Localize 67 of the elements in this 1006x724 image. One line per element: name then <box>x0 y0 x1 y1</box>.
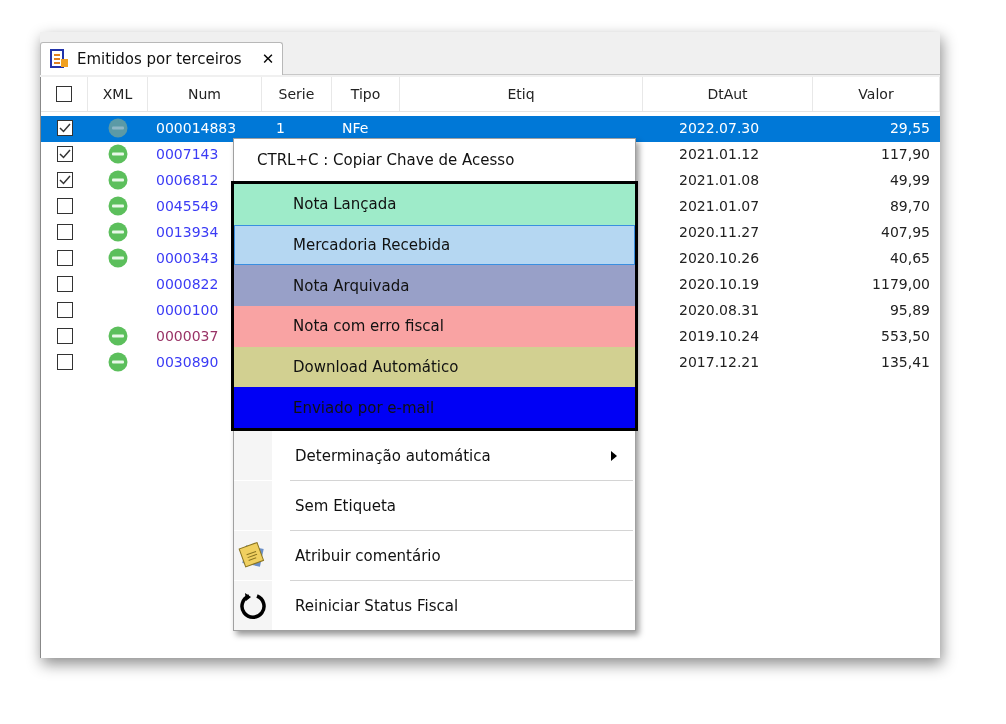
table-cell: 40,65 <box>889 250 930 266</box>
checkbox[interactable] <box>56 354 73 370</box>
table-cell: 2020.08.31 <box>679 302 760 318</box>
table-cell: 2021.01.12 <box>679 146 760 162</box>
column-header[interactable]: Serie <box>262 77 332 111</box>
column-header[interactable]: Etiq <box>400 77 643 111</box>
submenu-arrow-icon <box>611 450 617 461</box>
table-cell: 407,95 <box>881 224 930 240</box>
checkbox[interactable] <box>56 302 73 318</box>
menu-item[interactable]: CTRL+C : Copiar Chave de Acesso <box>234 139 635 181</box>
table-cell: 0045549 <box>156 198 219 214</box>
table-cell: 1179,00 <box>872 276 930 292</box>
menu-item[interactable]: Determinação automática <box>234 431 635 481</box>
table-cell: 2021.01.08 <box>679 172 760 188</box>
column-header[interactable]: XML <box>88 77 148 111</box>
table-cell: 2020.10.26 <box>679 250 760 266</box>
table-cell: NFe <box>342 120 369 136</box>
checkbox[interactable] <box>56 328 73 344</box>
close-button[interactable]: ✕ <box>261 50 275 68</box>
checkbox[interactable] <box>56 198 73 214</box>
table-cell: 2019.10.24 <box>679 328 760 344</box>
table-cell: 0013934 <box>156 224 219 240</box>
table-cell: 0030890 <box>156 354 219 370</box>
table-cell: 49,99 <box>889 172 930 188</box>
tab-title: Emitidos por terceiros <box>77 50 242 68</box>
column-header[interactable]: Tipo <box>332 77 400 111</box>
column-header[interactable]: Num <box>148 77 262 111</box>
table-cell: 553,50 <box>881 328 930 344</box>
table-cell: 135,41 <box>881 354 930 370</box>
tag-menu-item[interactable]: Nota com erro fiscal <box>234 306 635 347</box>
checkbox[interactable] <box>56 120 73 136</box>
checkbox[interactable] <box>56 224 73 240</box>
tag-menu-item[interactable]: Download Automático <box>234 346 635 388</box>
table-cell: 89,70 <box>889 198 930 214</box>
checkbox[interactable] <box>56 250 73 266</box>
tag-menu-item[interactable]: Nota Arquivada <box>234 265 635 307</box>
table-cell: 2022.07.30 <box>679 120 760 136</box>
menu-item[interactable]: Atribuir comentário <box>234 531 635 581</box>
table-cell: 117,90 <box>881 146 930 162</box>
table-cell: 1 <box>276 120 285 136</box>
checkbox[interactable] <box>56 86 72 102</box>
table-cell: 95,89 <box>889 302 930 318</box>
menu-item[interactable]: Reiniciar Status Fiscal <box>234 581 635 631</box>
column-header[interactable]: DtAut <box>643 77 813 111</box>
table-cell: 0006812 <box>156 172 219 188</box>
table-cell: 2020.10.19 <box>679 276 760 292</box>
table-cell: 0000822 <box>156 276 219 292</box>
tag-menu-item[interactable]: Nota Lançada <box>234 184 635 225</box>
table-cell: 29,55 <box>889 120 930 136</box>
table-cell: 0007143 <box>156 146 219 162</box>
table-cell: 2021.01.07 <box>679 198 760 214</box>
tag-menu-item[interactable]: Mercadoria Recebida <box>234 224 635 266</box>
checkbox[interactable] <box>56 276 73 292</box>
selected-table-row[interactable]: 000014883 1 NFe 2022.07.30 29,55 <box>41 116 940 142</box>
column-header[interactable]: Valor <box>813 77 940 111</box>
menu-item[interactable]: Sem Etiqueta <box>234 481 635 531</box>
table-cell: 2020.11.27 <box>679 224 760 240</box>
table-cell: 000014883 <box>156 120 237 136</box>
refresh-icon <box>238 590 268 621</box>
table-cell: 0000037 <box>156 328 219 344</box>
table-cell: 0000343 <box>156 250 219 266</box>
checkbox[interactable] <box>56 172 73 188</box>
checkbox[interactable] <box>56 146 73 162</box>
document-grid-icon <box>49 49 69 69</box>
tab[interactable]: Emitidos por terceiros ✕ <box>40 42 284 75</box>
table-cell: 2017.12.21 <box>679 354 760 370</box>
table-cell: 0000100 <box>156 302 219 318</box>
